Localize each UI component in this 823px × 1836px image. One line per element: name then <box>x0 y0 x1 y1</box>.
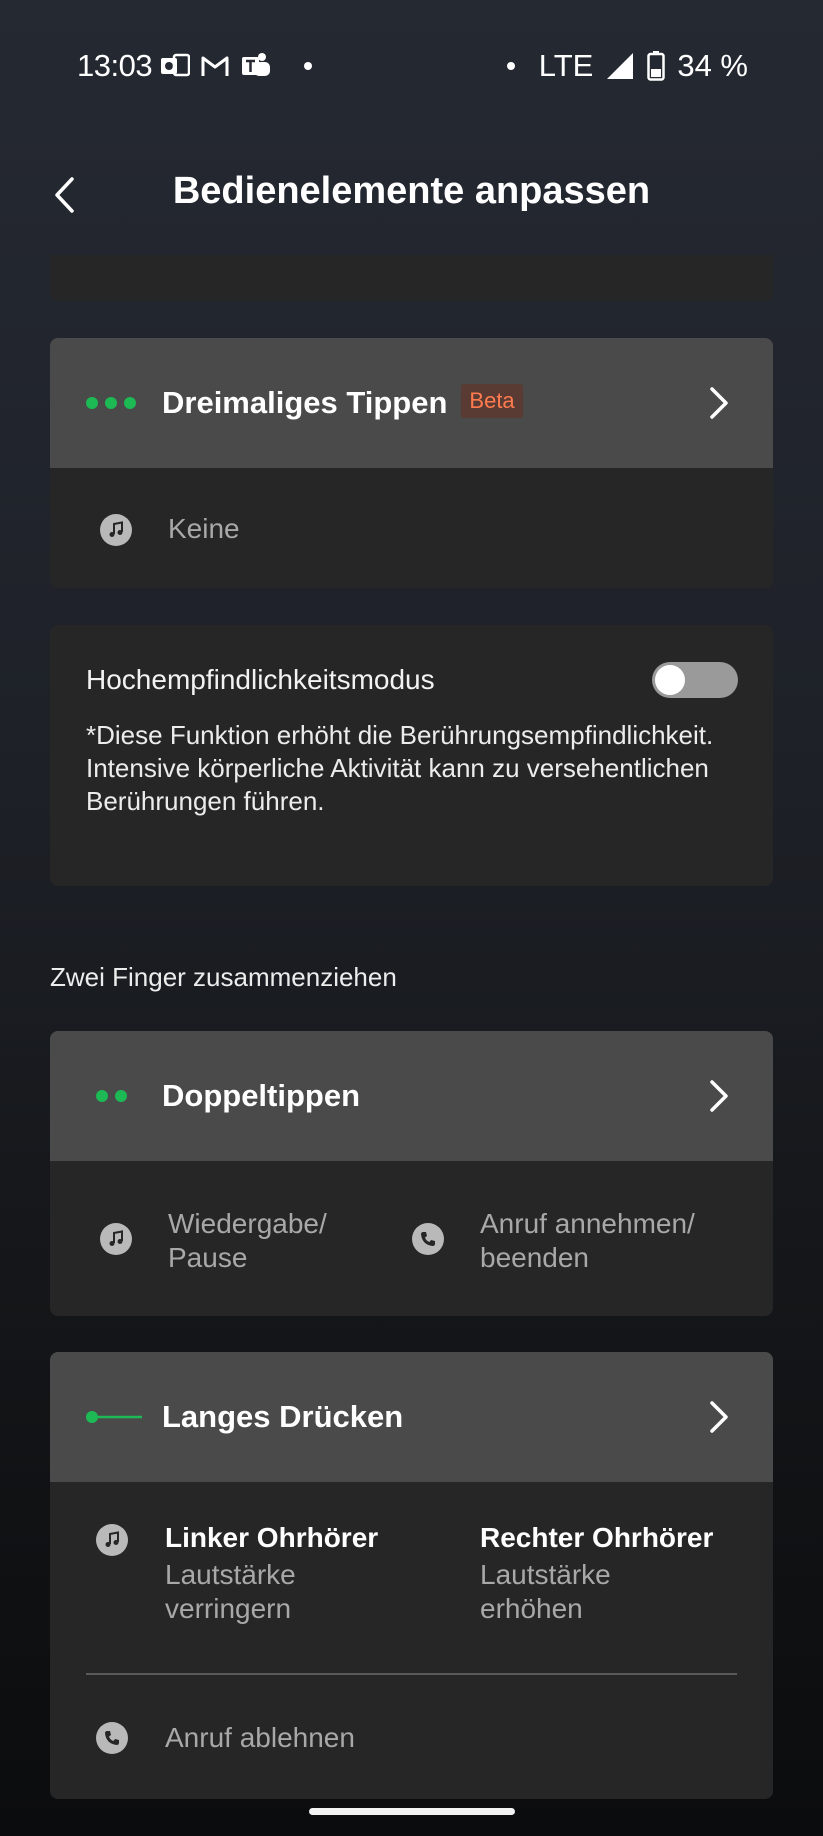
left-earbud-line1: Lautstärke <box>165 1559 296 1590</box>
double-tap-call-action: Anruf annehmen/ beenden <box>480 1207 695 1275</box>
left-earbud-line2: verringern <box>165 1593 292 1624</box>
right-earbud-line2: erhöhen <box>480 1593 583 1624</box>
divider <box>86 1673 737 1675</box>
triple-tap-action: Keine <box>168 513 240 544</box>
signal-icon <box>607 53 634 79</box>
sensitivity-label: Hochempfindlichkeitsmodus <box>86 664 435 695</box>
notification-icons <box>160 48 312 84</box>
left-earbud-title: Linker Ohrhörer <box>165 1522 379 1553</box>
right-earbud-line1: Lautstärke <box>480 1559 611 1590</box>
music-note-icon <box>100 1223 132 1255</box>
long-press-line-icon <box>86 1411 142 1423</box>
chevron-right-icon <box>710 1401 728 1433</box>
triple-tap-header[interactable]: Dreimaliges Tippen Beta <box>50 338 773 468</box>
sensitivity-toggle[interactable] <box>652 662 738 698</box>
long-press-title: Langes Drücken <box>162 1399 404 1434</box>
long-press-header[interactable]: Langes Drücken <box>50 1352 773 1482</box>
sensitivity-card: Hochempfindlichkeitsmodus *Diese Funktio… <box>50 625 773 886</box>
teams-icon <box>242 53 270 76</box>
long-press-card: Langes Drücken Linker Ohrhörer Lautstärk… <box>50 1352 773 1799</box>
chevron-right-icon <box>710 1080 728 1112</box>
long-press-call-action: Anruf ablehnen <box>165 1722 355 1753</box>
triple-tap-title: Dreimaliges Tippen <box>162 384 448 420</box>
status-right: LTE 34 % <box>506 48 748 84</box>
right-earbud-title: Rechter Ohrhörer <box>480 1522 714 1553</box>
home-indicator[interactable] <box>309 1808 515 1815</box>
right-earbud-block: Rechter Ohrhörer Lautstärke erhöhen <box>480 1522 713 1626</box>
triple-dot-icon <box>86 397 136 409</box>
chevron-right-icon <box>710 387 728 419</box>
section-pinch-label: Zwei Finger zusammenziehen <box>50 962 397 992</box>
toggle-knob <box>655 665 685 695</box>
double-tap-header[interactable]: Doppeltippen <box>50 1031 773 1161</box>
triple-tap-title-wrap: Dreimaliges Tippen Beta <box>162 384 523 422</box>
beta-badge: Beta <box>461 384 523 419</box>
battery-icon <box>647 51 666 81</box>
double-tap-music-action: Wiedergabe/ Pause <box>168 1207 327 1275</box>
call-action-line2: beenden <box>480 1242 590 1273</box>
music-note-icon <box>100 514 132 546</box>
network-type: LTE <box>538 48 594 83</box>
music-action-line2: Pause <box>168 1242 248 1273</box>
double-tap-title: Doppeltippen <box>162 1078 361 1113</box>
triple-tap-card: Dreimaliges Tippen Beta Keine <box>50 338 773 588</box>
double-tap-card: Doppeltippen Wiedergabe/ Pause Anruf ann… <box>50 1031 773 1316</box>
double-dot-icon <box>96 1090 127 1102</box>
status-dot <box>506 62 515 70</box>
call-action-line1: Anruf annehmen/ <box>480 1208 695 1239</box>
status-time: 13:03 <box>77 48 153 83</box>
sensitivity-description: *Diese Funktion erhöht die Berührungsemp… <box>86 720 714 816</box>
music-action-line1: Wiedergabe/ <box>168 1208 327 1239</box>
page-title: Bedienelemente anpassen <box>172 170 651 212</box>
notification-dot <box>304 62 312 70</box>
phone-call-icon <box>412 1223 444 1255</box>
left-earbud-block: Linker Ohrhörer Lautstärke verringern <box>165 1522 378 1626</box>
battery-percent: 34 % <box>677 48 748 83</box>
previous-card-edge <box>50 255 773 301</box>
phone-call-icon <box>96 1722 128 1754</box>
outlook-icon <box>161 53 190 77</box>
gmail-icon <box>201 56 229 76</box>
music-note-icon <box>96 1524 128 1556</box>
